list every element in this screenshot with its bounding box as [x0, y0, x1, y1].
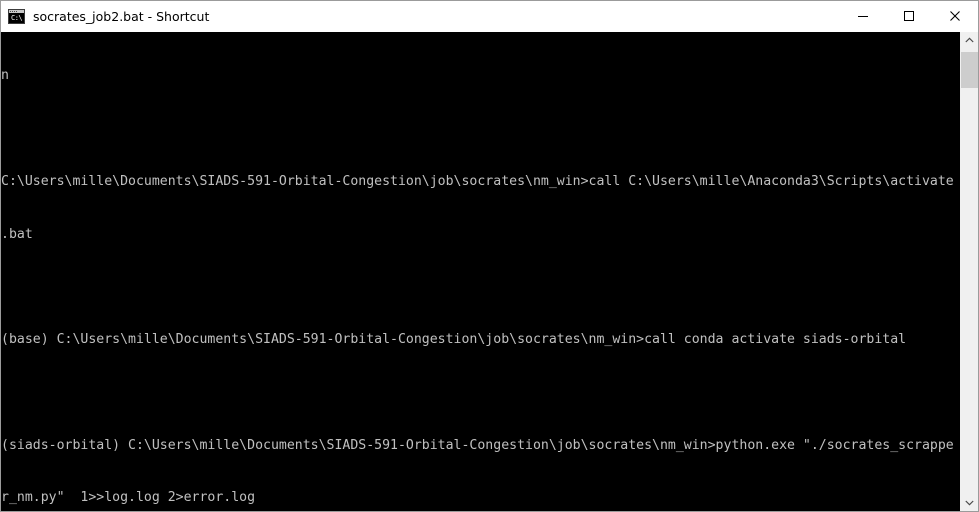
window-title: socrates_job2.bat - Shortcut — [33, 8, 210, 24]
maximize-button[interactable] — [886, 1, 932, 31]
vertical-scrollbar[interactable] — [960, 32, 978, 511]
scrollbar-thumb[interactable] — [961, 52, 978, 88]
scroll-down-arrow[interactable] — [961, 494, 978, 511]
scrollbar-track[interactable] — [961, 49, 978, 494]
minimize-button[interactable] — [840, 1, 886, 31]
icon-title-dots — [10, 10, 17, 12]
title-bar[interactable]: C:\ socrates_job2.bat - Shortcut — [1, 1, 978, 32]
close-button[interactable] — [932, 1, 978, 31]
icon-prompt-text: C:\ — [11, 13, 23, 22]
console-window: C:\ socrates_job2.bat - Shortcut n C:\Us… — [0, 0, 979, 512]
console-line: (siads-orbital) C:\Users\mille\Documents… — [1, 437, 954, 453]
console-line: C:\Users\mille\Documents\SIADS-591-Orbit… — [1, 173, 954, 189]
console-line: r_nm.py" 1>>log.log 2>error.log — [1, 490, 256, 506]
console-area: n C:\Users\mille\Documents\SIADS-591-Orb… — [1, 32, 978, 511]
console-line: n — [1, 68, 9, 84]
console-line: (base) C:\Users\mille\Documents\SIADS-59… — [1, 332, 907, 348]
console-output[interactable]: n C:\Users\mille\Documents\SIADS-591-Orb… — [1, 32, 960, 511]
console-line: .bat — [1, 226, 33, 242]
title-bar-left: C:\ socrates_job2.bat - Shortcut — [1, 8, 840, 24]
cmd-console-icon: C:\ — [8, 8, 25, 24]
window-controls — [840, 1, 978, 31]
scroll-up-arrow[interactable] — [961, 32, 978, 49]
